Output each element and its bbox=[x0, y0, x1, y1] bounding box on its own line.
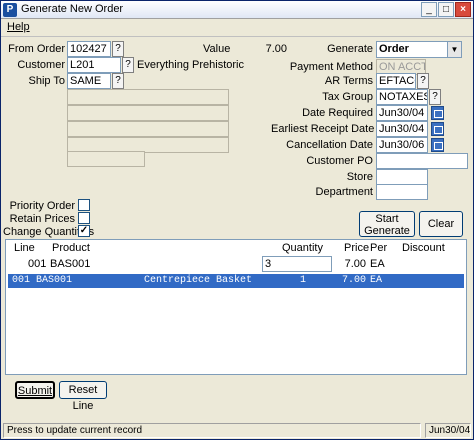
table-row[interactable]: 001 BAS001 Centrepiece Basket 1 7.00 EA bbox=[8, 274, 464, 288]
edit-line-number: 001 bbox=[28, 258, 47, 270]
ship-to-lookup-button[interactable]: ? bbox=[112, 73, 124, 89]
ship-to-label: Ship To bbox=[28, 75, 66, 87]
row-description: Centrepiece Basket bbox=[144, 275, 253, 286]
tax-group-field[interactable]: NOTAXES bbox=[376, 89, 428, 105]
generate-label: Generate bbox=[327, 43, 373, 55]
earliest-receipt-field[interactable]: Jun30/04 bbox=[376, 121, 428, 137]
ship-to-field[interactable]: SAME bbox=[67, 73, 111, 89]
from-order-field[interactable]: 102427 bbox=[67, 41, 111, 57]
calendar-icon[interactable] bbox=[431, 122, 444, 136]
ship-address-line-3 bbox=[67, 121, 229, 137]
customer-lookup-button[interactable]: ? bbox=[122, 57, 134, 73]
ar-terms-label: AR Terms bbox=[324, 75, 373, 87]
app-icon: P bbox=[3, 3, 17, 17]
department-field[interactable] bbox=[376, 184, 428, 200]
order-lines-grid: Line Product Quantity Price Per Discount… bbox=[5, 239, 467, 375]
generate-select[interactable]: Order ▼ bbox=[376, 41, 462, 58]
from-order-label: From Order bbox=[8, 43, 65, 55]
ar-terms-lookup-button[interactable]: ? bbox=[417, 73, 429, 89]
clear-button[interactable]: Clear bbox=[419, 211, 463, 237]
row-per: EA bbox=[370, 275, 383, 286]
customer-field[interactable]: L201 bbox=[67, 57, 121, 73]
col-header-per: Per bbox=[370, 242, 388, 254]
customer-name: Everything Prehistoric bbox=[137, 59, 244, 71]
row-line: 001 bbox=[12, 275, 31, 286]
tax-group-lookup-button[interactable]: ? bbox=[429, 89, 441, 105]
priority-order-label: Priority Order bbox=[9, 200, 75, 212]
status-date: Jun30/04 bbox=[425, 423, 471, 438]
store-field[interactable] bbox=[376, 169, 428, 185]
payment-method-label: Payment Method bbox=[289, 61, 373, 73]
customer-po-field[interactable] bbox=[376, 153, 468, 169]
generate-new-order-window: P Generate New Order _ □ × Help From Ord… bbox=[0, 0, 474, 440]
close-button[interactable]: × bbox=[455, 2, 471, 17]
menu-help[interactable]: Help bbox=[7, 21, 30, 33]
start-generate-button[interactable]: Start Generate bbox=[359, 211, 415, 237]
ar-terms-field[interactable]: EFTACC bbox=[376, 73, 416, 89]
calendar-icon[interactable] bbox=[431, 106, 444, 120]
submit-button[interactable]: Submit bbox=[15, 381, 55, 399]
ship-address-line-1 bbox=[67, 89, 229, 105]
customer-po-label: Customer PO bbox=[306, 155, 373, 167]
start-generate-line1: Start bbox=[375, 213, 399, 225]
col-header-line: Line bbox=[14, 242, 35, 254]
date-required-label: Date Required bbox=[302, 107, 373, 119]
tax-group-label: Tax Group bbox=[322, 91, 373, 103]
row-quantity: 1 bbox=[300, 275, 307, 286]
earliest-receipt-label: Earliest Receipt Date bbox=[271, 123, 375, 135]
generate-selected-value: Order bbox=[379, 43, 409, 55]
retain-prices-label: Retain Prices bbox=[9, 213, 75, 225]
reset-line-button[interactable]: Reset Line bbox=[59, 381, 107, 412]
retain-prices-checkbox[interactable] bbox=[78, 212, 90, 224]
ship-address-postal bbox=[67, 151, 145, 167]
col-header-quantity: Quantity bbox=[282, 242, 323, 254]
status-message: Press to update current record bbox=[3, 423, 421, 438]
cancellation-date-label: Cancellation Date bbox=[286, 139, 373, 151]
edit-product-code: BAS001 bbox=[50, 258, 91, 270]
row-product: BAS001 bbox=[36, 275, 73, 286]
col-header-price: Price bbox=[344, 242, 370, 254]
store-label: Store bbox=[346, 171, 373, 183]
check-icon: ✓ bbox=[79, 225, 89, 236]
date-required-field[interactable]: Jun30/04 bbox=[376, 105, 428, 121]
start-generate-line2: Generate bbox=[364, 225, 410, 237]
edit-per: EA bbox=[370, 258, 385, 270]
edit-price: 7.00 bbox=[344, 258, 366, 270]
minimize-button[interactable]: _ bbox=[421, 2, 437, 17]
value-label: Value bbox=[203, 43, 231, 55]
col-header-discount: Discount bbox=[402, 242, 445, 254]
from-order-lookup-button[interactable]: ? bbox=[112, 41, 124, 57]
change-quantities-checkbox[interactable]: ✓ bbox=[78, 225, 90, 237]
ship-address-line-2 bbox=[67, 105, 229, 121]
maximize-button[interactable]: □ bbox=[438, 2, 454, 17]
title-bar: P Generate New Order _ □ × bbox=[1, 1, 473, 19]
col-header-product: Product bbox=[52, 242, 90, 254]
cancellation-date-field[interactable]: Jun30/06 bbox=[376, 137, 428, 153]
quantity-input[interactable]: 3 bbox=[262, 256, 332, 272]
department-label: Department bbox=[315, 186, 373, 198]
priority-order-checkbox[interactable] bbox=[78, 199, 90, 211]
window-title: Generate New Order bbox=[21, 3, 124, 15]
customer-label: Customer bbox=[17, 59, 65, 71]
status-bar: Press to update current record Jun30/04 bbox=[3, 423, 471, 438]
calendar-icon[interactable] bbox=[431, 138, 444, 152]
change-quantities-label: Change Quantities bbox=[3, 226, 95, 238]
menu-bar: Help bbox=[1, 19, 473, 37]
row-price: 7.00 bbox=[342, 275, 367, 286]
chevron-down-icon[interactable]: ▼ bbox=[447, 42, 461, 57]
